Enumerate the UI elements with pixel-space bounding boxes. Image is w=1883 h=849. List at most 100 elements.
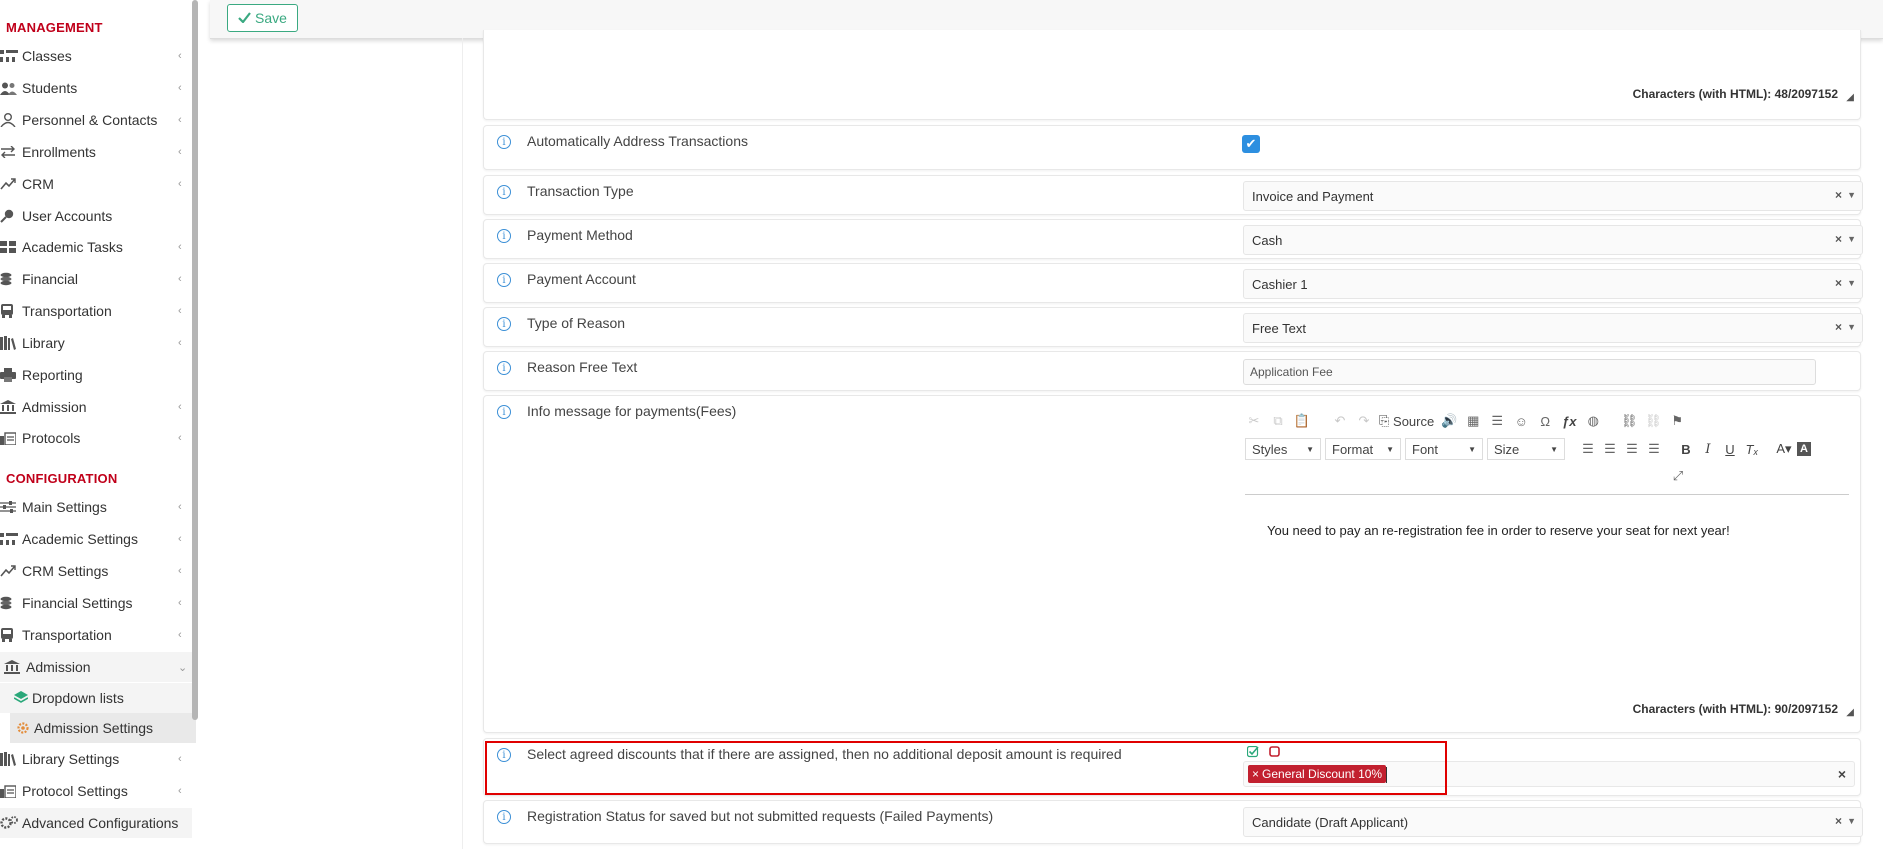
select-all-icon[interactable] xyxy=(1246,745,1259,758)
sidebar-item-protocol-settings[interactable]: Protocol Settings ‹ xyxy=(0,776,192,806)
sidebar-item-main-settings[interactable]: Main Settings ‹ xyxy=(0,492,192,522)
auto-address-checkbox[interactable]: ✔ xyxy=(1242,135,1260,153)
special-char-icon[interactable]: Ω xyxy=(1536,411,1554,431)
underline-icon[interactable]: U xyxy=(1721,439,1739,459)
field-label: Registration Status for saved but not su… xyxy=(527,808,994,824)
chevron-left-icon: ‹ xyxy=(178,629,182,641)
copy-icon[interactable]: ⧉ xyxy=(1269,411,1287,431)
payment-method-select[interactable]: Cash × ▼ xyxy=(1243,225,1863,255)
bold-icon[interactable]: B xyxy=(1677,439,1695,459)
globe-icon[interactable]: ◍ xyxy=(1584,411,1602,431)
sidebar-item-enrollments[interactable]: Enrollments ‹ xyxy=(0,137,192,167)
sidebar-item-library[interactable]: Library ‹ xyxy=(0,328,192,358)
info-icon[interactable]: i xyxy=(497,135,511,149)
smiley-icon[interactable]: ☺ xyxy=(1512,411,1530,431)
info-icon[interactable]: i xyxy=(497,405,511,419)
flag-icon[interactable]: ⚑ xyxy=(1668,411,1686,431)
sidebar-item-label: Dropdown lists xyxy=(32,690,124,706)
info-icon[interactable]: i xyxy=(497,317,511,331)
align-left-icon[interactable]: ☰ xyxy=(1579,439,1597,459)
justify-icon[interactable]: ☰ xyxy=(1645,439,1663,459)
info-icon[interactable]: i xyxy=(497,185,511,199)
speaker-icon[interactable]: 🔊 xyxy=(1440,411,1458,431)
source-button[interactable]: ⎘ Source xyxy=(1379,411,1434,431)
sidebar-item-dropdown-lists[interactable]: Dropdown lists xyxy=(0,683,192,713)
horizontal-line-icon[interactable]: ☰ xyxy=(1488,411,1506,431)
form-left-gutter xyxy=(200,38,463,849)
sidebar-item-crm[interactable]: CRM ‹ xyxy=(0,169,192,199)
chevron-down-icon[interactable]: ▼ xyxy=(1847,322,1856,332)
editor-content-area[interactable]: You need to pay an re-registration fee i… xyxy=(1245,494,1849,538)
remove-tag-icon[interactable]: × xyxy=(1252,767,1259,781)
registration-status-select[interactable]: Candidate (Draft Applicant) × ▼ xyxy=(1243,807,1863,837)
grid-icon xyxy=(0,241,20,253)
info-icon[interactable]: i xyxy=(497,273,511,287)
background-color-icon[interactable]: A xyxy=(1797,442,1811,456)
sidebar-item-personnel[interactable]: Personnel & Contacts ‹ xyxy=(0,105,192,135)
table-icon[interactable]: ▦ xyxy=(1464,411,1482,431)
sidebar-item-transportation-settings[interactable]: Transportation ‹ xyxy=(0,620,192,650)
sidebar-item-crm-settings[interactable]: CRM Settings ‹ xyxy=(0,556,192,586)
clear-icon[interactable]: × xyxy=(1835,232,1842,246)
sidebar-item-academic-tasks[interactable]: Academic Tasks ‹ xyxy=(0,232,192,262)
link-icon[interactable]: ⛓ xyxy=(1620,411,1638,431)
remove-format-icon[interactable]: Tₓ xyxy=(1743,439,1761,459)
sidebar-item-admission-settings[interactable]: Admission Settings xyxy=(10,713,196,743)
sidebar-item-protocols[interactable]: Protocols ‹ xyxy=(0,423,192,453)
sidebar-item-transportation[interactable]: Transportation ‹ xyxy=(0,296,192,326)
field-label: Select agreed discounts that if there ar… xyxy=(527,746,1122,762)
selected-value: Cash xyxy=(1252,232,1283,248)
clear-selection-icon[interactable]: × xyxy=(1838,766,1846,782)
paste-icon[interactable]: 📋 xyxy=(1293,411,1311,431)
sidebar-scrollbar[interactable] xyxy=(192,0,198,720)
chevron-left-icon: ‹ xyxy=(178,82,182,94)
info-icon[interactable]: i xyxy=(497,361,511,375)
text-color-icon[interactable]: A▾ xyxy=(1775,439,1793,459)
align-right-icon[interactable]: ☰ xyxy=(1623,439,1641,459)
chevron-down-icon[interactable]: ▼ xyxy=(1847,234,1856,244)
cut-icon[interactable]: ✂ xyxy=(1245,411,1263,431)
resize-handle-icon[interactable]: ◢ xyxy=(1846,92,1854,103)
font-dropdown[interactable]: Font ▼ xyxy=(1405,438,1483,460)
deselect-all-icon[interactable] xyxy=(1269,746,1281,758)
reason-type-select[interactable]: Free Text × ▼ xyxy=(1243,313,1863,343)
sidebar-item-advanced-configurations[interactable]: Advanced Configurations xyxy=(0,808,192,838)
align-center-icon[interactable]: ☰ xyxy=(1601,439,1619,459)
sidebar-item-students[interactable]: Students ‹ xyxy=(0,73,192,103)
sidebar-item-admission[interactable]: Admission ‹ xyxy=(0,392,192,422)
bus-icon xyxy=(0,304,20,318)
chevron-down-icon[interactable]: ▼ xyxy=(1847,190,1856,200)
sidebar-item-financial[interactable]: Financial ‹ xyxy=(0,264,192,294)
unlink-icon[interactable]: ⛓ xyxy=(1644,411,1662,431)
sidebar-item-financial-settings[interactable]: Financial Settings ‹ xyxy=(0,588,192,618)
sidebar-item-reporting[interactable]: Reporting xyxy=(0,360,192,390)
sidebar-item-admission-settings-group[interactable]: Admission ⌄ xyxy=(0,652,192,682)
styles-dropdown[interactable]: Styles ▼ xyxy=(1245,438,1321,460)
clear-icon[interactable]: × xyxy=(1835,188,1842,202)
size-dropdown[interactable]: Size ▼ xyxy=(1487,438,1565,460)
chevron-down-icon[interactable]: ▼ xyxy=(1847,816,1856,826)
reason-free-text-input[interactable]: Application Fee xyxy=(1243,359,1816,385)
italic-icon[interactable]: I xyxy=(1699,439,1717,459)
resize-handle-icon[interactable]: ◢ xyxy=(1846,707,1854,718)
sidebar-item-academic-settings[interactable]: Academic Settings ‹ xyxy=(0,524,192,554)
save-button[interactable]: Save xyxy=(227,4,298,32)
payment-account-select[interactable]: Cashier 1 × ▼ xyxy=(1243,269,1863,299)
sidebar-item-user-accounts[interactable]: User Accounts xyxy=(0,201,192,231)
info-icon[interactable]: i xyxy=(497,229,511,243)
clear-icon[interactable]: × xyxy=(1835,814,1842,828)
chevron-down-icon: ▼ xyxy=(1550,444,1558,454)
format-dropdown[interactable]: Format ▼ xyxy=(1325,438,1401,460)
undo-icon[interactable]: ↶ xyxy=(1331,411,1349,431)
chevron-down-icon[interactable]: ▼ xyxy=(1847,278,1856,288)
info-icon[interactable]: i xyxy=(497,810,511,824)
clear-icon[interactable]: × xyxy=(1835,320,1842,334)
sidebar-item-library-settings[interactable]: Library Settings ‹ xyxy=(0,744,192,774)
transaction-type-select[interactable]: Invoice and Payment × ▼ xyxy=(1243,181,1863,211)
clear-icon[interactable]: × xyxy=(1835,276,1842,290)
maximize-icon[interactable]: ⤢ xyxy=(1669,466,1687,486)
redo-icon[interactable]: ↷ xyxy=(1355,411,1373,431)
info-icon[interactable]: i xyxy=(497,748,511,762)
sidebar-item-classes[interactable]: Classes ‹ xyxy=(0,41,192,71)
formula-icon[interactable]: ƒx xyxy=(1560,411,1578,431)
